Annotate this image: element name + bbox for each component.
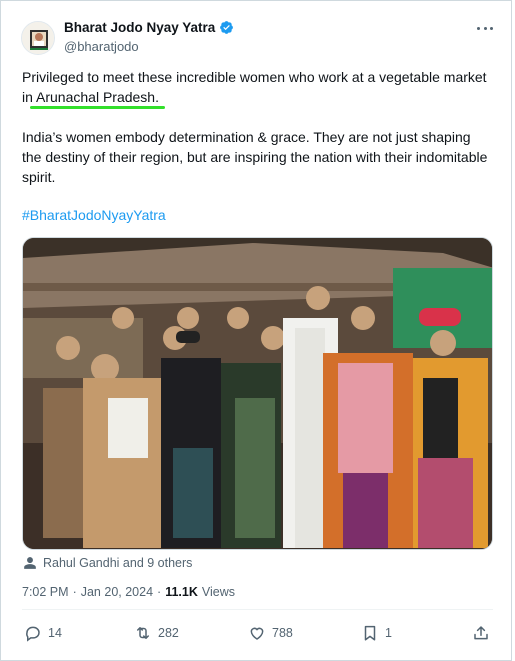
reply-count: 14 (48, 626, 62, 640)
highlighted-location: Arunachal Pradesh. (36, 89, 159, 105)
avatar-image (22, 22, 54, 54)
divider (22, 609, 493, 610)
author-display-name[interactable]: Bharat Jodo Nyay Yatra (64, 20, 215, 35)
post-time[interactable]: 7:02 PM (22, 585, 69, 599)
post-text-paragraph-1: Privileged to meet these incredible wome… (22, 67, 492, 107)
share-button[interactable] (472, 624, 490, 642)
author-avatar[interactable] (21, 21, 55, 55)
bookmark-count: 1 (385, 626, 392, 640)
meta-separator: · (157, 585, 162, 599)
post-date[interactable]: Jan 20, 2024 (81, 585, 153, 599)
tagged-people[interactable]: Rahul Gandhi and 9 others (23, 556, 192, 570)
meta-separator: · (72, 585, 77, 599)
heart-icon (250, 627, 264, 640)
views-label: Views (201, 585, 235, 599)
hashtag-link[interactable]: #BharatJodoNyayYatra (22, 207, 166, 223)
repost-count: 282 (158, 626, 179, 640)
more-options-icon[interactable] (477, 25, 493, 31)
post-text-paragraph-2: India’s women embody determination & gra… (22, 129, 488, 185)
person-icon (24, 557, 36, 569)
repost-button[interactable]: 282 (134, 624, 179, 642)
tagged-people-label: Rahul Gandhi and 9 others (43, 556, 193, 570)
author-handle[interactable]: @bharatjodo (64, 39, 139, 54)
author-name-row: Bharat Jodo Nyay Yatra (64, 20, 234, 35)
reply-icon (26, 626, 40, 642)
post-photo[interactable] (22, 237, 493, 550)
share-icon (474, 626, 488, 640)
post-card: Bharat Jodo Nyay Yatra @bharatjodo Privi… (0, 0, 512, 661)
action-bar: 14 282 788 1 (22, 624, 493, 646)
bookmark-icon (364, 625, 376, 641)
bookmark-button[interactable]: 1 (361, 624, 392, 642)
repost-icon (137, 627, 149, 639)
reply-button[interactable]: 14 (24, 624, 62, 642)
verified-badge-icon (220, 21, 234, 34)
like-count: 788 (272, 626, 293, 640)
post-meta: 7:02 PM · Jan 20, 2024 · 11.1K Views (22, 585, 235, 599)
photo-illustration (23, 238, 492, 549)
like-button[interactable]: 788 (248, 624, 293, 642)
views-count: 11.1K (165, 585, 198, 599)
